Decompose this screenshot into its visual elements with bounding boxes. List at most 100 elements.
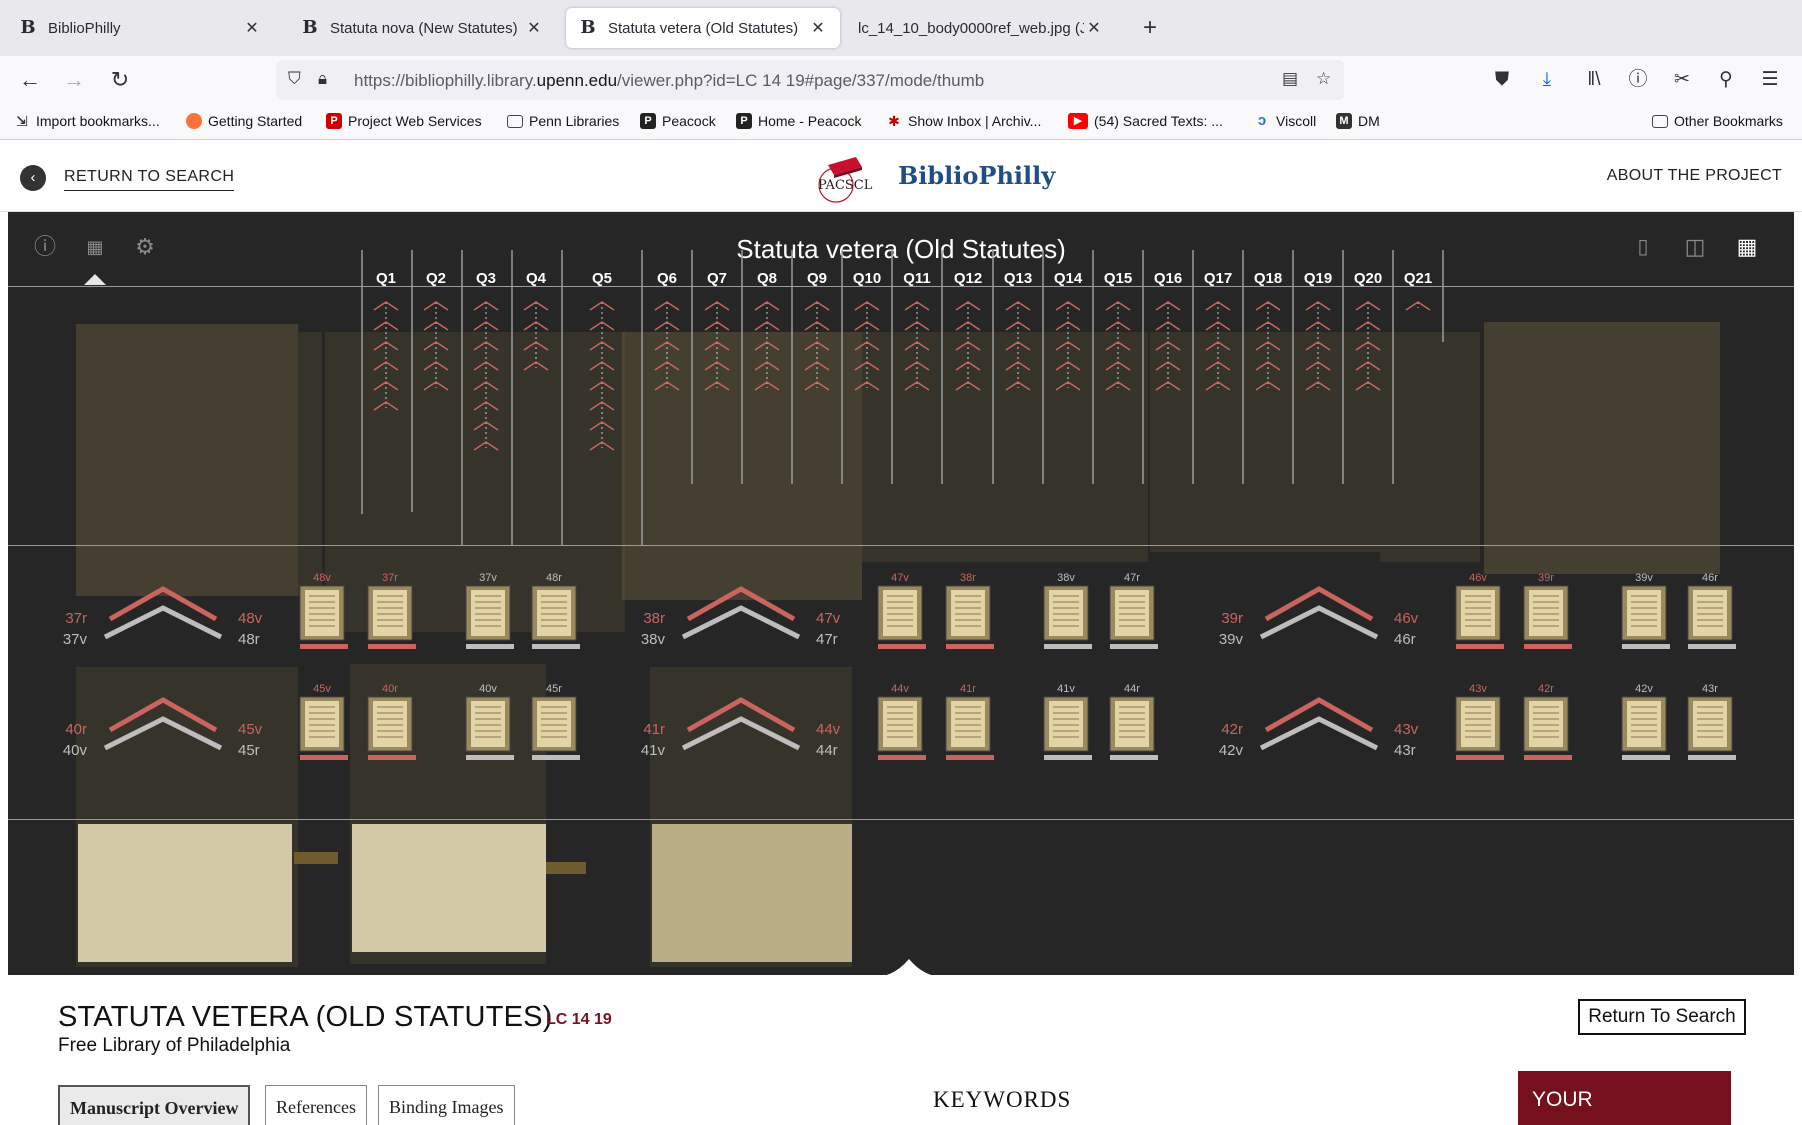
bookmark-dm[interactable]: M DM: [1336, 113, 1380, 129]
tab-title: BiblioPhilly: [48, 19, 121, 37]
thumbnail-side-bar: [878, 644, 926, 649]
thumbnail-page-image: [1461, 590, 1495, 636]
bifolium-outer-chevron: [108, 697, 218, 733]
p-icon: P: [326, 113, 342, 129]
quire-label-q21: Q21: [1404, 270, 1432, 287]
return-to-search-link[interactable]: RETURN TO SEARCH: [64, 168, 235, 191]
thumbnail-side-bar: [946, 755, 994, 760]
thumbnail-page-image: [1627, 701, 1661, 747]
pocket-icon[interactable]: ⛊: [1488, 66, 1516, 94]
bookmark-penn-libraries[interactable]: Penn Libraries: [507, 113, 619, 129]
bookmark-show-inbox[interactable]: ✱ Show Inbox | Archiv...: [886, 113, 1041, 129]
thumbnail-side-bar: [1110, 644, 1158, 649]
thumbnail-page-image: [883, 590, 917, 636]
thumbnail-page-image: [471, 590, 505, 636]
menu-icon[interactable]: ☰: [1756, 66, 1784, 94]
quire-label-q9: Q9: [807, 270, 827, 287]
leaf-label: 42v: [1219, 742, 1244, 759]
thumbnail-label: 39v: [1635, 572, 1653, 584]
library-icon[interactable]: ‖\: [1580, 66, 1608, 94]
bookmark-project-web-services[interactable]: P Project Web Services: [326, 113, 482, 129]
leaf-label: 45v: [238, 721, 263, 738]
thumbnail-page-image: [951, 590, 985, 636]
reload-icon[interactable]: ↻: [106, 66, 134, 94]
back-arrow-icon[interactable]: ←: [16, 66, 44, 94]
tab-binding-images[interactable]: Binding Images: [378, 1085, 515, 1125]
quire-label-q7: Q7: [707, 270, 727, 287]
close-icon[interactable]: ✕: [1084, 18, 1104, 38]
leaf-label: 41v: [641, 742, 666, 759]
tab-references[interactable]: References: [265, 1085, 367, 1125]
thumbnail-page-image: [1529, 590, 1563, 636]
close-icon[interactable]: ✕: [242, 18, 262, 38]
tab-statuta-vetera[interactable]: B Statuta vetera (Old Statutes) ✕: [566, 8, 840, 48]
thumbnail-side-bar: [466, 644, 514, 649]
quire-label-q11: Q11: [903, 270, 931, 287]
leaf-label: 48v: [238, 610, 263, 627]
leaf-label: 37r: [65, 610, 87, 627]
bookmark-star-icon[interactable]: ☆: [1316, 69, 1331, 89]
bookmark-sacred-texts[interactable]: ▶ (54) Sacred Texts: ...: [1068, 113, 1223, 129]
bookmark-home-peacock[interactable]: P Home - Peacock: [736, 113, 861, 129]
thumbnail-side-bar: [532, 755, 580, 760]
thumbnail-side-bar: [466, 755, 514, 760]
address-bar[interactable]: ⛉ 🔒︎ https://bibliophilly.library.upenn.…: [276, 60, 1344, 100]
pacscl-logo[interactable]: PACSCL: [816, 151, 886, 203]
tab-bibliophilly[interactable]: B BiblioPhilly ✕: [6, 8, 274, 48]
site-logo-text[interactable]: BiblioPhilly: [898, 161, 1055, 190]
bookmark-getting-started[interactable]: Getting Started: [186, 113, 302, 129]
extension-scissors-icon[interactable]: ✂: [1668, 66, 1696, 94]
quire-label-q19: Q19: [1304, 270, 1332, 287]
reader-view-icon[interactable]: ▤: [1282, 69, 1298, 89]
return-to-search-button[interactable]: Return To Search: [1578, 999, 1746, 1035]
thumbnail-page-image: [305, 590, 339, 636]
quire-label-q10: Q10: [853, 270, 881, 287]
url-text[interactable]: https://bibliophilly.library.upenn.edu/v…: [354, 71, 984, 91]
close-icon[interactable]: ✕: [808, 18, 828, 38]
extension-info-icon[interactable]: ⓘ: [1624, 66, 1652, 94]
quire-label-q20: Q20: [1354, 270, 1382, 287]
quire-label-q14: Q14: [1054, 270, 1083, 287]
quire-label-q18: Q18: [1254, 270, 1282, 287]
thumbnail-page-image: [1693, 590, 1727, 636]
download-icon[interactable]: ⤓: [1533, 66, 1561, 94]
quire-label-q3: Q3: [476, 270, 496, 287]
thumbnail-side-bar: [532, 644, 580, 649]
leaf-label: 46r: [1394, 631, 1416, 648]
leaf-label: 38r: [643, 610, 665, 627]
tab-manuscript-overview[interactable]: Manuscript Overview: [58, 1085, 251, 1125]
thumbnail-label: 38v: [1057, 572, 1075, 584]
extension-search-icon[interactable]: ⚲: [1712, 66, 1740, 94]
leaf-label: 41r: [643, 721, 665, 738]
thumbnail-page-image: [883, 701, 917, 747]
shield-icon[interactable]: ⛉: [288, 69, 301, 89]
leaf-label: 47r: [816, 631, 838, 648]
leaf-label: 37v: [63, 631, 88, 648]
tab-statuta-nova[interactable]: B Statuta nova (New Statutes) ✕: [288, 8, 556, 48]
lock-icon[interactable]: 🔒︎: [318, 69, 327, 89]
other-bookmarks[interactable]: Other Bookmarks: [1652, 113, 1783, 129]
institution-name: Free Library of Philadelphia: [58, 1035, 291, 1056]
new-tab-icon[interactable]: +: [1136, 14, 1164, 42]
thumbnail-side-bar: [1110, 755, 1158, 760]
quire-label-q1: Q1: [376, 270, 396, 287]
bookmark-import[interactable]: ⇲ Import bookmarks...: [14, 113, 160, 129]
chevron-left-icon[interactable]: ‹: [20, 165, 46, 191]
about-the-project-link[interactable]: ABOUT THE PROJECT: [1607, 167, 1782, 185]
leaf-label: 40v: [63, 742, 88, 759]
close-icon[interactable]: ✕: [524, 18, 544, 38]
your-collection-button[interactable]: YOUR COLLECTION ★: [1518, 1071, 1731, 1125]
thumbnail-side-bar: [1622, 644, 1670, 649]
thumbnail-side-bar: [878, 755, 926, 760]
thumbnail-side-bar: [300, 755, 348, 760]
tab-jpeg-image[interactable]: lc_14_10_body0000ref_web.jpg (JPE ✕: [846, 8, 1116, 48]
thumbnail-side-bar: [1456, 644, 1504, 649]
forward-arrow-icon[interactable]: →: [60, 66, 88, 94]
thumbnail-label: 43r: [1702, 683, 1718, 695]
thumbnail-label: 45v: [313, 683, 331, 695]
thumbnail-side-bar: [1622, 755, 1670, 760]
bookmark-peacock[interactable]: P Peacock: [640, 113, 716, 129]
bookmark-viscoll[interactable]: ↄ Viscoll: [1254, 113, 1316, 130]
bifolium-outer-chevron: [686, 586, 796, 622]
panel-notch: [874, 959, 944, 977]
